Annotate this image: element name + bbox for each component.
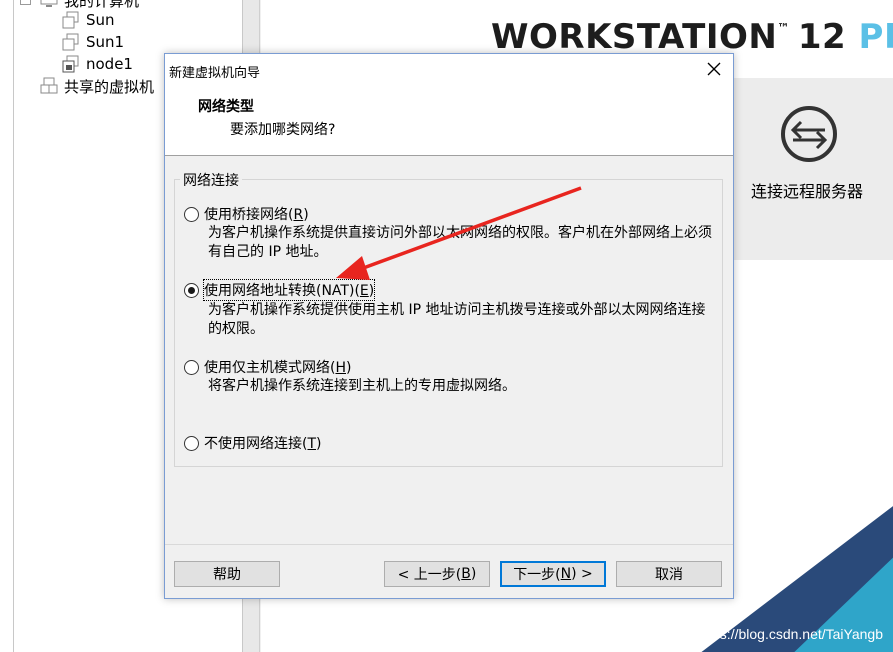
library-item-label: node1 xyxy=(86,55,133,73)
library-item-label: 共享的虚拟机 xyxy=(64,77,155,96)
next-button[interactable]: 下一步(N) > xyxy=(500,561,606,587)
back-button[interactable]: < 上一步(B) xyxy=(384,561,490,587)
vm-locked-icon xyxy=(62,55,80,73)
dialog-title: 新建虚拟机向导 xyxy=(169,66,261,81)
cancel-button[interactable]: 取消 xyxy=(616,561,722,587)
library-item-sun1[interactable]: Sun1 xyxy=(62,32,124,52)
product-logo: WORKSTATION™12 PRO xyxy=(491,17,893,57)
radio-bridged[interactable]: 使用桥接网络(R) xyxy=(184,204,309,224)
page-title: 网络类型 xyxy=(198,99,254,115)
option-description: 为客户机操作系统提供直接访问外部以太网网络的权限。客户机在外部网络上必须有自己的… xyxy=(208,225,712,260)
group-label: 网络连接 xyxy=(180,170,242,190)
library-panel-edge xyxy=(0,0,14,652)
radio-button[interactable] xyxy=(184,206,199,222)
watermark: https://blog.csdn.net/TaiYangb xyxy=(696,626,883,642)
help-button[interactable]: 帮助 xyxy=(174,561,280,587)
library-item-label: 我的计算机 xyxy=(64,0,140,10)
option-label: 使用网络地址转换(NAT)(E) xyxy=(202,279,376,301)
radio-button-checked[interactable] xyxy=(184,282,199,298)
connect-remote-server-tile[interactable]: 连接远程服务器 xyxy=(733,78,893,260)
remote-server-icon xyxy=(781,106,837,162)
shared-vm-icon xyxy=(40,77,58,95)
new-vm-wizard-dialog: 新建虚拟机向导 网络类型 要添加哪类网络? 网络连接 使用桥接网络(R) 为客户… xyxy=(164,53,734,599)
option-description: 将客户机操作系统连接到主机上的专用虚拟网络。 xyxy=(208,378,516,394)
option-label: 不使用网络连接(T) xyxy=(204,436,322,452)
wizard-header: 网络类型 要添加哪类网络? xyxy=(165,85,733,156)
remote-server-label: 连接远程服务器 xyxy=(751,182,864,201)
library-item-sun[interactable]: Sun xyxy=(62,10,115,30)
network-connection-group: 网络连接 使用桥接网络(R) 为客户机操作系统提供直接访问外部以太网网络的权限。… xyxy=(174,170,723,467)
vm-icon xyxy=(62,11,80,29)
option-label: 使用仅主机模式网络(H) xyxy=(204,360,352,376)
library-item-label: Sun1 xyxy=(86,33,125,51)
radio-no-network[interactable]: 不使用网络连接(T) xyxy=(184,433,322,453)
library-item-shared-vms[interactable]: 共享的虚拟机 xyxy=(40,76,154,96)
radio-nat[interactable]: 使用网络地址转换(NAT)(E) xyxy=(184,279,376,301)
option-description: 为客户机操作系统提供使用主机 IP 地址访问主机拨号连接或外部以太网网络连接的权… xyxy=(208,302,706,337)
vm-icon xyxy=(62,33,80,51)
collapse-toggle[interactable] xyxy=(20,0,31,5)
radio-host-only[interactable]: 使用仅主机模式网络(H) xyxy=(184,357,351,377)
radio-button[interactable] xyxy=(184,435,199,451)
computer-icon xyxy=(40,0,58,9)
library-item-label: Sun xyxy=(86,11,115,29)
dialog-titlebar[interactable]: 新建虚拟机向导 xyxy=(165,54,733,85)
close-icon[interactable] xyxy=(705,60,723,78)
library-item-node1[interactable]: node1 xyxy=(62,54,133,74)
page-subtitle: 要添加哪类网络? xyxy=(230,122,336,138)
radio-button[interactable] xyxy=(184,359,199,375)
library-item-my-computer[interactable]: 我的计算机 xyxy=(40,0,139,10)
option-label: 使用桥接网络(R) xyxy=(204,207,309,223)
